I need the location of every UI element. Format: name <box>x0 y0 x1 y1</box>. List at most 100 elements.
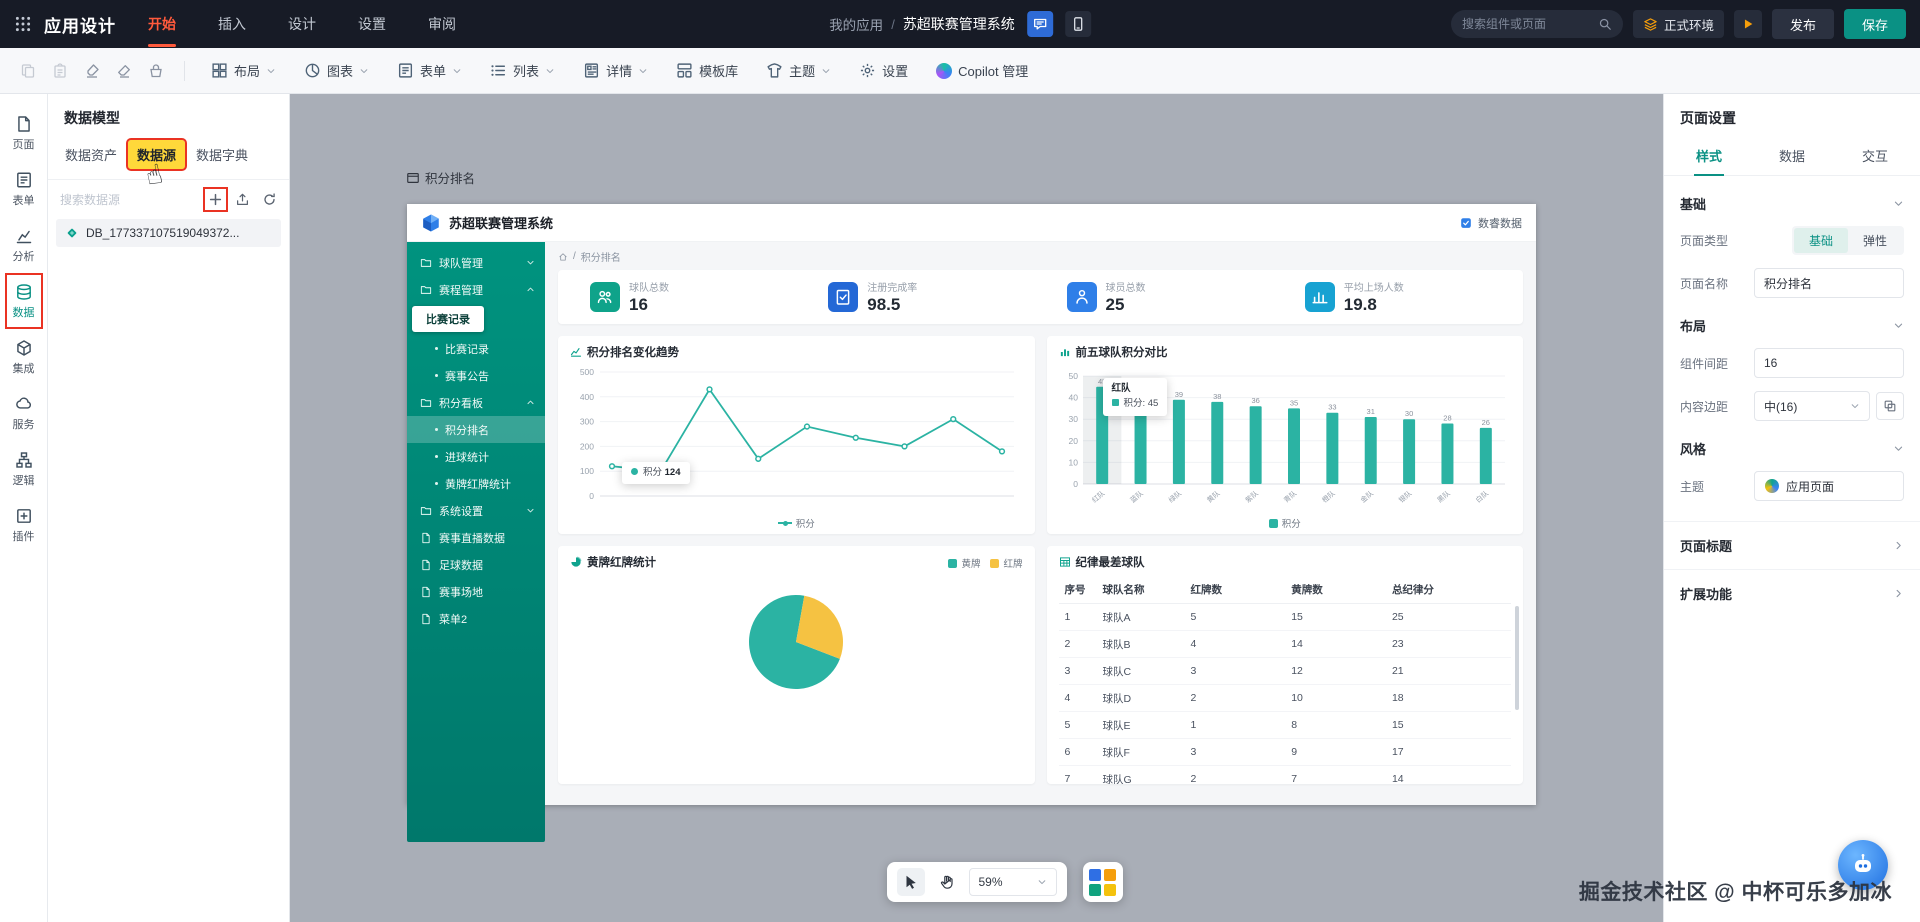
table-row[interactable]: 2 球队B 4 14 23 <box>1058 630 1511 658</box>
chevron-down-icon <box>638 66 648 76</box>
toolbar-group-templates[interactable]: 模板库 <box>664 55 750 86</box>
search-input[interactable] <box>1461 17 1592 31</box>
nav-team-mgmt[interactable]: 球队管理 <box>407 249 545 276</box>
add-datasource-button[interactable] <box>203 187 228 212</box>
mobile-preview-button[interactable] <box>1064 11 1091 37</box>
table-row[interactable]: 1 球队A 5 15 25 <box>1058 603 1511 631</box>
design-canvas[interactable]: 积分排名 苏超联赛管理系统 数睿数据 球队管理 赛程管理 比赛记录 比赛记录 赛事公告积… <box>290 94 1663 922</box>
toolbar-group-copilot[interactable]: Copilot 管理 <box>924 55 1040 86</box>
nav-system-settings[interactable]: 系统设置 <box>407 497 545 524</box>
rail-item-forms[interactable]: 表单 <box>2 164 46 214</box>
section-basic[interactable]: 基础 <box>1664 176 1920 213</box>
nav-points-board[interactable]: 积分看板 <box>407 389 545 416</box>
menu-item-setup[interactable]: 设置 <box>356 10 388 38</box>
legend-item[interactable]: 积分 <box>1268 516 1301 530</box>
menu-item-design[interactable]: 设计 <box>286 10 318 38</box>
select-tool-button[interactable] <box>896 868 925 896</box>
toolbar-group-theme[interactable]: 主题 <box>754 55 843 86</box>
breadcrumb-parent[interactable]: 我的应用 <box>829 14 883 34</box>
rail-item-analysis[interactable]: 分析 <box>2 220 46 270</box>
rail-item-services[interactable]: 服务 <box>2 388 46 438</box>
page-type-flex[interactable]: 弹性 <box>1848 228 1902 253</box>
toolbar-group-layout[interactable]: 布局 <box>199 55 288 86</box>
apps-grid-icon[interactable] <box>14 15 32 33</box>
save-button[interactable]: 保存 <box>1843 9 1906 39</box>
table-row[interactable]: 3 球队C 3 12 21 <box>1058 657 1511 685</box>
tab-style[interactable]: 样式 <box>1694 140 1725 176</box>
svg-text:33: 33 <box>1328 403 1336 412</box>
toolbar-group-settings[interactable]: 设置 <box>847 55 920 86</box>
paste-button[interactable] <box>46 57 74 85</box>
toolbar-group-detail[interactable]: 详情 <box>571 55 660 86</box>
pan-tool-button[interactable] <box>933 868 961 896</box>
menu-item-review[interactable]: 审阅 <box>426 10 458 38</box>
tab-data[interactable]: 数据 <box>1777 140 1807 175</box>
table-row[interactable]: 4 球队D 2 10 18 <box>1058 684 1511 712</box>
section-extensions[interactable]: 扩展功能 <box>1664 569 1920 603</box>
theme-button[interactable]: 应用页面 <box>1754 471 1904 501</box>
nav-match-record[interactable]: 比赛记录 <box>407 335 545 362</box>
legend-item[interactable]: 黄牌 <box>948 556 980 570</box>
rail-item-plugins[interactable]: 插件 <box>2 500 46 550</box>
toolbar-group-lists[interactable]: 列表 <box>478 55 567 86</box>
bar-chart-card[interactable]: 前五球队积分对比 0102030405045红队42蓝队39绿队38黄队36紫队… <box>1046 336 1523 534</box>
nav-match-record-pill[interactable]: 比赛记录 <box>412 306 484 332</box>
table-row[interactable]: 5 球队E 1 8 15 <box>1058 711 1511 739</box>
section-page-title[interactable]: 页面标题 <box>1664 521 1920 555</box>
table-row[interactable]: 6 球队F 3 9 17 <box>1058 738 1511 766</box>
rail-item-pages[interactable]: 页面 <box>2 108 46 158</box>
publish-button[interactable]: 发布 <box>1771 9 1834 39</box>
refresh-datasource-button[interactable] <box>262 192 277 207</box>
padding-advanced-button[interactable] <box>1876 392 1904 420</box>
import-datasource-button[interactable] <box>235 192 250 207</box>
tab-data-source[interactable]: 数据源 ☝ <box>126 138 188 192</box>
menu-item-start[interactable]: 开始 <box>146 10 178 47</box>
rail-item-integration[interactable]: 集成 <box>2 332 46 382</box>
rail-item-logic[interactable]: 逻辑 <box>2 444 46 494</box>
toolbar-group-forms[interactable]: 表单 <box>385 55 474 86</box>
copy-button[interactable] <box>14 57 42 85</box>
pie-chart-card[interactable]: 黄牌红牌统计 黄牌 红牌 <box>558 546 1035 784</box>
nav-venues[interactable]: 赛事场地 <box>407 578 545 605</box>
widgets-button[interactable] <box>1082 862 1123 902</box>
nav-menu2[interactable]: 菜单2 <box>407 605 545 632</box>
tab-interaction[interactable]: 交互 <box>1860 140 1890 175</box>
nav-card-stats[interactable]: 黄牌红牌统计 <box>407 470 545 497</box>
env-badge[interactable]: 正式环境 <box>1632 10 1724 38</box>
page-name-input[interactable] <box>1754 268 1904 298</box>
table-card[interactable]: 纪律最差球队 序号 球队名称 红牌数 黄牌数 总纪律分 1 球队A 5 15 25 2 球队B 4 14 2… <box>1046 546 1523 784</box>
page-type-basic[interactable]: 基础 <box>1793 228 1848 253</box>
format-brush-button[interactable] <box>78 57 106 85</box>
menu-item-insert[interactable]: 插入 <box>216 10 248 38</box>
nav-live-data[interactable]: 赛事直播数据 <box>407 524 545 551</box>
tab-data-assets[interactable]: 数据资产 <box>56 140 126 169</box>
section-layout[interactable]: 布局 <box>1664 298 1920 335</box>
eraser-button[interactable] <box>110 57 138 85</box>
component-spacing-input[interactable] <box>1754 348 1904 378</box>
nav-football-data[interactable]: 足球数据 <box>407 551 545 578</box>
nav-goal-stats[interactable]: 进球统计 <box>407 443 545 470</box>
page-artboard[interactable]: 苏超联赛管理系统 数睿数据 球队管理 赛程管理 比赛记录 比赛记录 赛事公告 积分看板 积分… <box>407 204 1536 842</box>
content-padding-select[interactable]: 中(16) <box>1754 391 1870 421</box>
nav-announcements[interactable]: 赛事公告 <box>407 362 545 389</box>
table-scrollbar[interactable] <box>1515 606 1519 710</box>
chat-button[interactable] <box>1026 11 1053 37</box>
run-preview-button[interactable] <box>1733 10 1762 38</box>
zoom-select[interactable]: 59% <box>968 868 1057 896</box>
datasource-item[interactable]: DB_177337107519049372... <box>56 219 281 247</box>
toolbar-group-charts[interactable]: 图表 <box>292 55 381 86</box>
tab-data-dictionary[interactable]: 数据字典 <box>187 140 257 169</box>
nav-points-ranking[interactable]: 积分排名 <box>407 416 545 443</box>
global-search[interactable] <box>1450 10 1623 38</box>
clear-button[interactable] <box>142 57 170 85</box>
table-row[interactable]: 7 球队G 2 7 14 <box>1058 765 1511 784</box>
legend-item[interactable]: 积分 <box>777 516 815 530</box>
list-icon <box>490 62 507 79</box>
nav-schedule-mgmt[interactable]: 赛程管理 <box>407 276 545 303</box>
rail-item-data[interactable]: 数据 <box>2 273 46 329</box>
line-chart-card[interactable]: 积分排名变化趋势 0 100 200 300 400 500 积分 124 积分 <box>558 336 1035 534</box>
legend-item[interactable]: 红牌 <box>990 556 1023 570</box>
page-label[interactable]: 积分排名 <box>406 168 475 187</box>
section-style[interactable]: 风格 <box>1664 421 1920 458</box>
datasource-search-input[interactable] <box>60 192 164 207</box>
